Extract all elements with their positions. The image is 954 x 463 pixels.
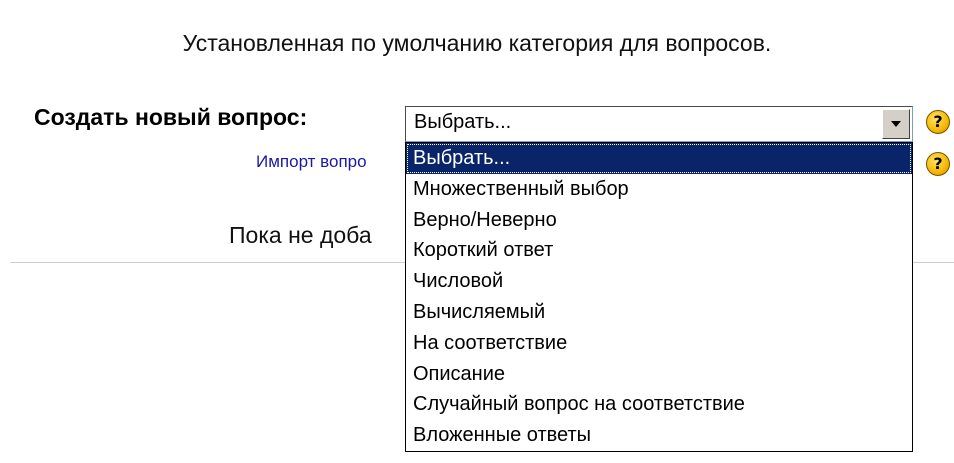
dropdown-option-choose[interactable]: Выбрать...	[406, 143, 912, 174]
create-question-label: Создать новый вопрос:	[34, 104, 308, 130]
category-description: Установленная по умолчанию категория для…	[182, 30, 772, 56]
dropdown-option-cloze[interactable]: Вложенные ответы	[406, 420, 912, 451]
dropdown-option-numerical[interactable]: Числовой	[406, 266, 912, 297]
dropdown-option-shortanswer[interactable]: Короткий ответ	[406, 235, 912, 266]
question-type-select-value: Выбрать...	[414, 111, 512, 133]
dropdown-option-multichoice[interactable]: Множественный выбор	[406, 174, 912, 205]
question-bank-page: Установленная по умолчанию категория для…	[0, 0, 954, 463]
dropdown-option-description[interactable]: Описание	[406, 359, 912, 390]
empty-questions-text: Пока не доба	[229, 222, 372, 248]
dropdown-option-truefalse[interactable]: Верно/Неверно	[406, 205, 912, 236]
dropdown-option-matching[interactable]: На соответствие	[406, 328, 912, 359]
help-icon[interactable]: ?	[926, 152, 950, 176]
help-icon[interactable]: ?	[926, 110, 950, 134]
question-type-select[interactable]: Выбрать...	[405, 106, 913, 142]
dropdown-option-random-matching[interactable]: Случайный вопрос на соответствие	[406, 389, 912, 420]
import-questions-link[interactable]: Импорт вопро	[256, 152, 367, 172]
dropdown-option-calculated[interactable]: Вычисляемый	[406, 297, 912, 328]
chevron-down-icon[interactable]	[882, 109, 910, 139]
question-type-dropdown-list[interactable]: Выбрать... Множественный выбор Верно/Нев…	[405, 142, 913, 452]
